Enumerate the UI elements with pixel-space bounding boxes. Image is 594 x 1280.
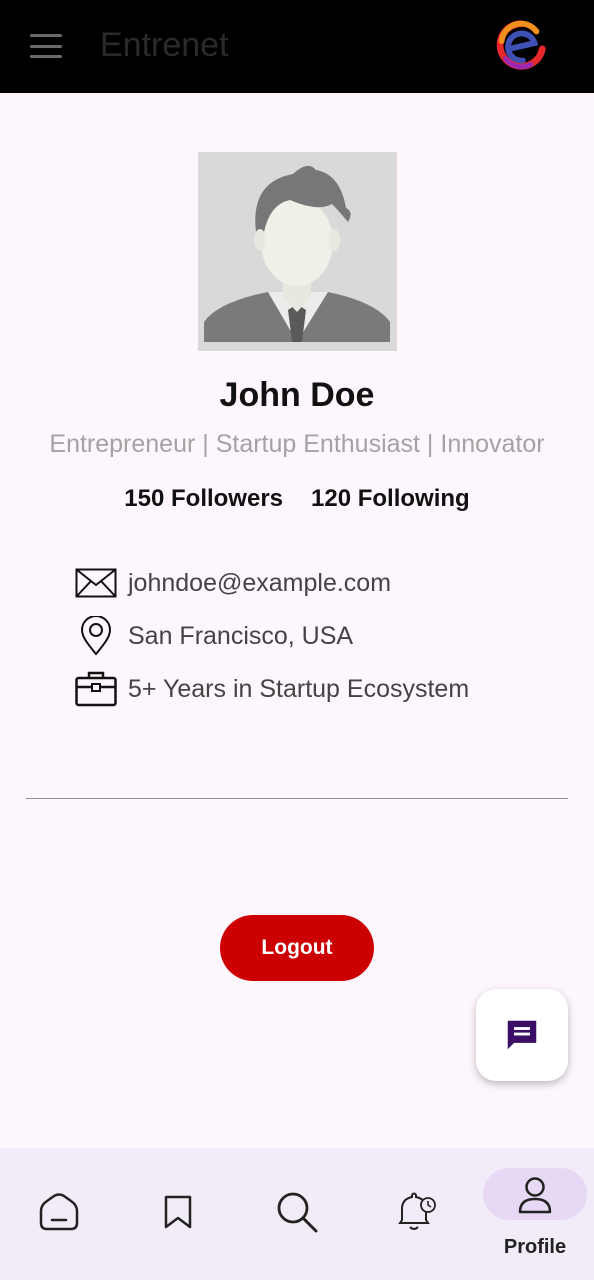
nav-item-profile[interactable]: Profile [476, 1148, 594, 1280]
search-icon [273, 1188, 321, 1236]
experience-row: 5+ Years in Startup Ecosystem [74, 669, 469, 709]
menu-line-icon [30, 55, 62, 58]
section-divider [26, 798, 568, 799]
experience-text: 5+ Years in Startup Ecosystem [128, 674, 470, 703]
nav-item-home[interactable] [0, 1148, 118, 1280]
nav-item-bookmarks[interactable] [119, 1148, 237, 1280]
follow-stats: 150 Followers 120 Following [0, 485, 594, 513]
followers-count[interactable]: 150 Followers [124, 485, 283, 512]
profile-name: John Doe [219, 376, 375, 414]
chat-fab-button[interactable] [476, 989, 568, 1081]
top-app-bar: Entrenet [0, 0, 594, 93]
chat-message-icon [507, 1020, 537, 1050]
notification-bell-icon [392, 1188, 440, 1236]
person-silhouette-icon [204, 165, 390, 342]
home-icon [35, 1188, 83, 1236]
profile-icon [511, 1172, 559, 1220]
app-title: Entrenet [100, 26, 229, 64]
menu-line-icon [30, 44, 62, 48]
briefcase-icon [74, 669, 118, 709]
location-text: San Francisco, USA [128, 621, 354, 650]
email-text[interactable]: johndoe@example.com [128, 569, 391, 598]
profile-nav-label: Profile [503, 1236, 567, 1258]
hamburger-menu-button[interactable] [26, 28, 66, 64]
logout-button[interactable]: Logout [220, 915, 374, 981]
location-row: San Francisco, USA [74, 616, 353, 656]
menu-line-icon [30, 34, 62, 37]
profile-tagline: Entrepreneur | Startup Enthusiast | Inno… [49, 430, 545, 458]
envelope-icon [74, 563, 118, 603]
nav-item-search[interactable] [238, 1148, 356, 1280]
nav-item-notifications[interactable] [357, 1148, 475, 1280]
location-pin-icon [74, 616, 118, 656]
email-row: johndoe@example.com [74, 563, 391, 603]
profile-avatar[interactable] [198, 152, 397, 351]
following-count[interactable]: 120 Following [311, 485, 470, 512]
bookmark-icon [154, 1188, 202, 1236]
bottom-navigation: Profile [0, 1148, 594, 1280]
app-logo-icon[interactable] [492, 16, 550, 74]
